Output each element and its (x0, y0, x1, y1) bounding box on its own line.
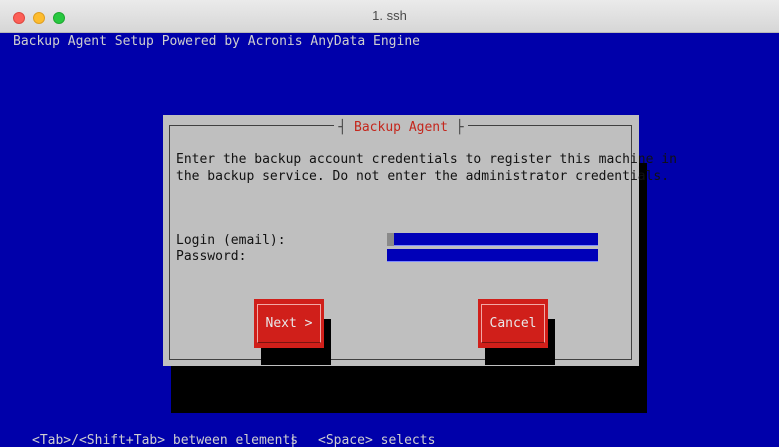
next-button[interactable]: Next > (254, 299, 324, 348)
footer-hint-space: <Space> selects (318, 433, 436, 447)
terminal-screen[interactable]: Backup Agent Setup Powered by Acronis An… (0, 33, 779, 447)
terminal-margin (0, 33, 11, 447)
setup-header: Backup Agent Setup Powered by Acronis An… (13, 34, 420, 49)
footer-hint-tab: <Tab>/<Shift+Tab> between elements (32, 433, 299, 447)
message-line-2: the backup service. Do not enter the adm… (176, 169, 670, 184)
window-title: 1. ssh (372, 8, 407, 23)
backup-agent-dialog: ┤ Backup Agent ├ Enter the backup accoun… (163, 115, 677, 366)
footer-separator: | (289, 433, 297, 447)
text-cursor (387, 233, 394, 246)
password-label: Password: (176, 249, 247, 264)
cancel-button[interactable]: Cancel (478, 299, 548, 348)
login-email-field[interactable] (387, 233, 598, 246)
dialog-message: Enter the backup account credentials to … (176, 151, 677, 185)
dialog-title: ┤ Backup Agent ├ (334, 120, 468, 136)
login-label: Login (email): (176, 233, 286, 248)
terminal-window: 1. ssh Backup Agent Setup Powered by Acr… (0, 0, 779, 447)
title-bar: 1. ssh (0, 0, 779, 33)
message-line-1: Enter the backup account credentials to … (176, 152, 677, 167)
password-field[interactable] (387, 249, 598, 262)
